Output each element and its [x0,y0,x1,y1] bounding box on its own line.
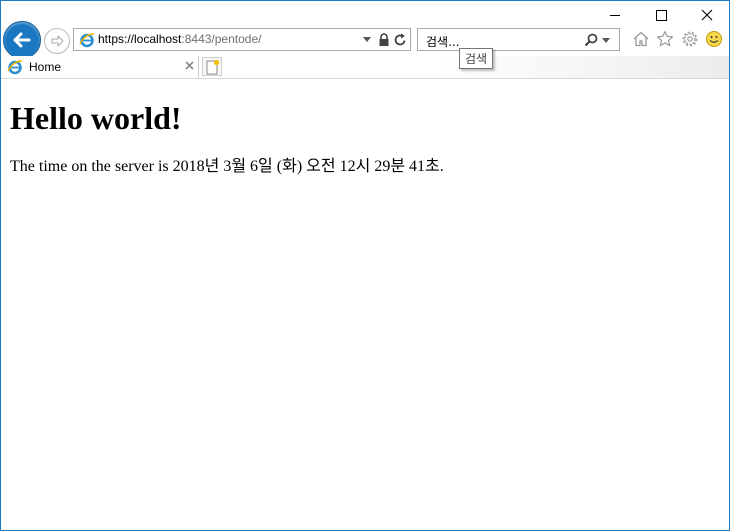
server-time-text: The time on the server is 2018년 3월 6일 (화… [10,158,444,175]
star-icon[interactable] [656,30,674,48]
refresh-icon[interactable] [394,33,407,47]
smiley-icon[interactable] [705,30,723,48]
close-icon[interactable] [185,61,194,70]
new-tab-button[interactable] [202,57,222,76]
page-content: Hello world! The time on the server is 2… [10,79,720,176]
ie-logo-icon [79,33,95,48]
close-icon [701,9,713,21]
ie-logo-icon [7,60,23,75]
back-button[interactable] [3,21,41,59]
forward-button[interactable] [44,28,70,54]
url-path: :8443/pentode/ [181,32,262,46]
url-text: https://localhost:8443/pentode/ [98,32,261,46]
tab-strip: Home [1,56,729,79]
search-box[interactable]: 검색... [417,28,620,51]
back-arrow-icon [13,32,31,48]
search-input[interactable]: 검색... [426,33,460,50]
page-heading: Hello world! [10,100,182,136]
url-host: https://localhost [98,32,182,46]
lock-icon[interactable] [378,33,390,47]
search-icon[interactable] [584,33,598,47]
new-tab-icon [206,59,220,75]
home-icon[interactable] [632,30,650,48]
minimize-button[interactable] [592,1,638,29]
maximize-icon [655,9,667,21]
search-tooltip: 검색 [459,48,494,69]
close-window-button[interactable] [684,1,729,29]
tab-label: Home [29,60,62,74]
minimize-icon [610,14,620,16]
gear-icon[interactable] [681,30,699,48]
tab-home[interactable]: Home [3,56,199,78]
chevron-down-icon[interactable] [602,38,610,43]
forward-arrow-icon [51,35,64,47]
chevron-down-icon[interactable] [363,37,371,42]
maximize-button[interactable] [638,1,684,29]
address-bar[interactable]: https://localhost:8443/pentode/ [73,28,411,51]
browser-window: https://localhost:8443/pentode/ 검색... 검색 [0,0,730,531]
